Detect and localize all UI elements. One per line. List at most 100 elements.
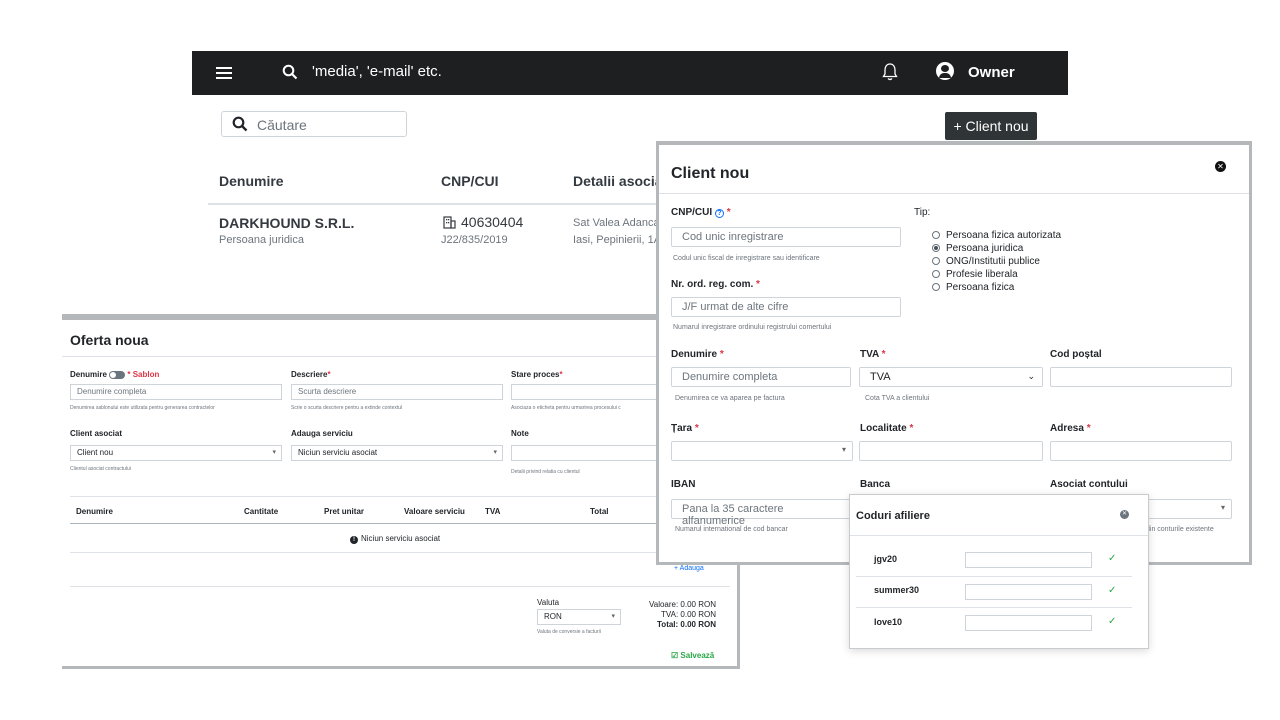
- sablon-toggle[interactable]: [109, 370, 126, 379]
- tip-option-pf[interactable]: Persoana fizica: [932, 282, 1061, 295]
- client-asociat-label: Client asociat: [70, 429, 123, 438]
- descriere-label: Descriere*: [291, 370, 331, 379]
- divider: [850, 535, 1148, 536]
- tip-label: Tip:: [914, 207, 931, 218]
- descriere-help: Scrie o scurta descriere pentru a extind…: [291, 405, 403, 411]
- divider: [70, 586, 730, 587]
- serviciu-select[interactable]: Niciun serviciu asociat: [291, 445, 503, 461]
- divider: [62, 356, 737, 357]
- localitate-input[interactable]: [859, 441, 1043, 461]
- column-header-cnp[interactable]: CNP/CUI: [441, 173, 499, 189]
- search-placeholder: Căutare: [257, 117, 307, 133]
- nr-reg-label: Nr. ord. reg. com. *: [671, 279, 760, 290]
- tva-select[interactable]: TVA ⌄: [859, 367, 1043, 387]
- valuta-value: RON: [544, 612, 562, 621]
- tip-option-pf-label: Persoana fizica: [946, 282, 1015, 293]
- radio-selected-icon: [932, 244, 940, 252]
- client-asociat-select[interactable]: Client nou: [70, 445, 282, 461]
- note-input[interactable]: [511, 445, 661, 461]
- denumire-label-text: Denumire: [671, 349, 718, 360]
- valoare-text: Valoare: 0.00 RON: [649, 600, 716, 609]
- client-name[interactable]: DARKHOUND S.R.L.: [219, 215, 354, 231]
- valuta-select[interactable]: RON: [537, 609, 621, 625]
- denumire-label: Denumire *: [671, 349, 724, 360]
- empty-services-text: Niciun serviciu asociat: [361, 534, 441, 543]
- menu-icon[interactable]: [216, 67, 232, 79]
- tip-option-pfa[interactable]: Persoana fizica autorizata: [932, 230, 1061, 243]
- tip-option-profesie-label: Profesie liberala: [946, 269, 1018, 280]
- add-client-button[interactable]: + Client nou: [945, 112, 1037, 140]
- divider: [70, 523, 730, 524]
- divider: [856, 576, 1132, 577]
- chevron-down-icon: ▾: [841, 445, 846, 454]
- tva-label-text: TVA: [860, 349, 879, 360]
- client-type: Persoana juridica: [219, 234, 304, 246]
- cod-postal-input[interactable]: [1050, 367, 1232, 387]
- coduri-title: Coduri afiliere: [856, 510, 930, 522]
- divider: [856, 607, 1132, 608]
- column-header-details[interactable]: Detalii asociat: [573, 173, 667, 189]
- cnp-label: CNP/CUI ? *: [671, 207, 731, 218]
- totals-summary: Valoare: 0.00 RON TVA: 0.00 RON Total: 0…: [622, 600, 716, 630]
- stare-label: Stare proces*: [511, 370, 563, 379]
- tip-option-pj[interactable]: Persoana juridica: [932, 243, 1061, 256]
- global-search-input[interactable]: 'media', 'e-mail' etc.: [312, 63, 442, 80]
- radio-icon: [932, 283, 940, 291]
- close-icon[interactable]: ✕: [1120, 510, 1129, 519]
- note-label: Note: [511, 429, 529, 438]
- code-input[interactable]: [965, 552, 1092, 568]
- oferta-denumire-input[interactable]: Denumire completa: [70, 384, 282, 400]
- denumire-label-text: Denumire: [70, 370, 107, 379]
- tara-label: Țara *: [671, 423, 699, 434]
- tip-option-ong[interactable]: ONG/Institutii publice: [932, 256, 1061, 269]
- bell-icon[interactable]: [882, 62, 898, 82]
- check-icon[interactable]: ✓: [1108, 616, 1116, 627]
- check-icon[interactable]: ✓: [1108, 585, 1116, 596]
- stare-help: Asociaza o eticheta pentru urmarirea pro…: [511, 405, 621, 411]
- th-cantitate: Cantitate: [244, 507, 279, 516]
- cnp-input[interactable]: Cod unic inregistrare: [671, 227, 901, 247]
- iban-input[interactable]: Pana la 35 caractere alfanumerice: [671, 499, 851, 527]
- th-tva: TVA: [485, 507, 501, 516]
- info-icon: !: [350, 536, 358, 544]
- th-pret-unitar: Pret unitar: [324, 507, 365, 516]
- help-icon[interactable]: ?: [714, 209, 724, 218]
- tara-select[interactable]: ▾: [671, 441, 853, 461]
- code-input[interactable]: [965, 584, 1092, 600]
- th-valoare-serviciu: Valoare serviciu: [404, 507, 465, 516]
- nr-reg-input[interactable]: J/F urmat de alte cifre: [671, 297, 901, 317]
- save-button[interactable]: ☑ Salvează: [671, 651, 714, 660]
- denumire-help: Denumirea sablonului este utilizata pent…: [70, 405, 215, 411]
- radio-icon: [932, 231, 940, 239]
- edit-icon: ☑: [671, 651, 679, 660]
- tip-option-pj-label: Persoana juridica: [946, 243, 1024, 254]
- denumire-input[interactable]: Denumire completa: [671, 367, 851, 387]
- code-label: summer30: [874, 585, 920, 595]
- search-icon: [232, 116, 248, 132]
- th-denumire: Denumire: [76, 507, 113, 516]
- empty-services: ! Niciun serviciu asociat: [350, 534, 440, 544]
- close-icon[interactable]: ✕: [1215, 161, 1226, 172]
- adauga-link[interactable]: + Adauga: [674, 565, 704, 572]
- divider: [70, 496, 730, 497]
- stare-input[interactable]: [511, 384, 661, 400]
- code-label: love10: [874, 617, 903, 627]
- oferta-title: Oferta noua: [70, 332, 149, 348]
- modal-title: Client nou: [671, 165, 750, 182]
- client-reg: J22/835/2019: [441, 234, 508, 246]
- check-icon[interactable]: ✓: [1108, 553, 1116, 564]
- divider: [659, 193, 1249, 194]
- tva-label: TVA *: [860, 349, 886, 360]
- clients-search-input[interactable]: Căutare: [221, 111, 407, 137]
- descriere-input[interactable]: Scurta descriere: [291, 384, 503, 400]
- user-avatar-icon[interactable]: [936, 62, 954, 80]
- code-input[interactable]: [965, 615, 1092, 631]
- column-header-denumire[interactable]: Denumire: [219, 173, 284, 189]
- tip-option-profesie[interactable]: Profesie liberala: [932, 269, 1061, 282]
- code-label: jgv20: [874, 554, 898, 564]
- user-name[interactable]: Owner: [968, 64, 1015, 81]
- search-icon[interactable]: [282, 64, 298, 80]
- adresa-input[interactable]: [1050, 441, 1232, 461]
- serviciu-value: Niciun serviciu asociat: [298, 448, 378, 457]
- tva-text: TVA: 0.00 RON: [661, 610, 716, 619]
